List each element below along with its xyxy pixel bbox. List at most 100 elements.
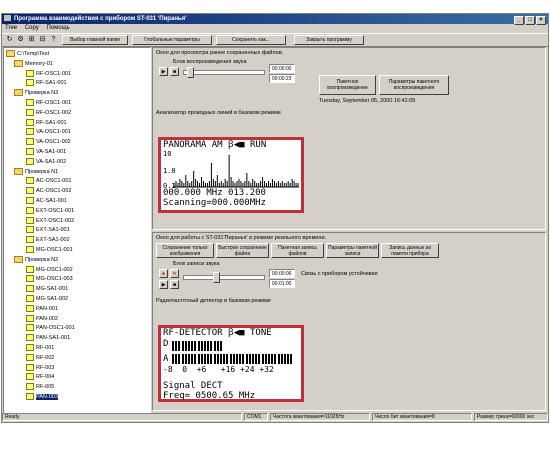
level-segment: [230, 341, 232, 351]
lcd-y-top: 10: [163, 150, 172, 158]
tree-file-item[interactable]: EXT-SA1-001: [26, 226, 70, 234]
file-icon: [26, 236, 34, 244]
tree-file-item[interactable]: RF-SA1-001: [26, 79, 67, 87]
tree-folder-item[interactable]: Memory-01: [14, 59, 53, 68]
tree-file-item[interactable]: RF-OSC1-001: [26, 69, 71, 78]
packet-playback-params-button[interactable]: Параметры пакетного воспроизведения: [379, 75, 449, 95]
level-segment: [268, 341, 270, 351]
level-segment: [239, 354, 242, 364]
level-segment: [191, 341, 194, 351]
save-as-button[interactable]: Сохранить как...: [216, 35, 286, 45]
tree-file-item[interactable]: EXT-OSC1-001: [26, 206, 74, 215]
level-segment: [172, 341, 174, 351]
tree-file-item[interactable]: PAN-OSC1-001: [26, 324, 75, 332]
save-image-button[interactable]: Сохранение только изображения: [156, 243, 214, 258]
tree-file-item[interactable]: RF-002: [26, 353, 54, 362]
menu-help[interactable]: Помощь: [46, 25, 69, 31]
tree-file-item[interactable]: RF-003: [26, 363, 54, 372]
file-icon: [26, 265, 34, 273]
tree-file-item[interactable]: VA-SA1-002: [26, 157, 66, 166]
tree-file-item[interactable]: RF-OSC1-001: [26, 99, 71, 107]
cancel-record-button[interactable]: ✕: [170, 269, 179, 278]
close-program-button[interactable]: Закрыть программу: [294, 35, 364, 45]
packet-record-button[interactable]: Пакетная запись файлов: [271, 243, 324, 258]
tree-file-item[interactable]: PAN-003: [26, 393, 58, 401]
read-memory-button[interactable]: Запись данных из памяти прибора: [381, 243, 439, 258]
folder-tree[interactable]: C:\Temp\Test Memory-01 RF-OSC1-001 RF-SA1-0…: [3, 47, 151, 414]
packet-record-params-button[interactable]: Параметры пакетной записи: [326, 243, 379, 258]
tree-root-item[interactable]: C:\Temp\Test: [6, 50, 49, 58]
level-segment: [194, 354, 197, 364]
gear-icon[interactable]: ⚙: [16, 36, 25, 44]
record-button[interactable]: ●: [159, 269, 168, 278]
level-segment: [178, 341, 181, 351]
tree-file-item[interactable]: RF-OSC1-002: [26, 108, 71, 117]
tree-file-item[interactable]: PAN-SA1-001: [26, 334, 70, 342]
play-button[interactable]: ▶: [159, 67, 168, 76]
tree-file-item[interactable]: MG-SA1-002: [26, 295, 68, 303]
level-segment: [245, 354, 248, 364]
tree-file-item[interactable]: EXT-SA1-002: [26, 236, 70, 244]
tree-file-item[interactable]: AC-SA1-001: [26, 197, 67, 205]
level-segment: [229, 354, 232, 364]
tree-file-item[interactable]: AC-OSC1-002: [26, 187, 71, 195]
menu-copy[interactable]: Copy: [25, 25, 39, 31]
level-segment: [213, 341, 216, 351]
tree-file-item[interactable]: RF-001: [26, 344, 54, 352]
status-port: COM1: [244, 413, 268, 421]
file-icon: [26, 108, 34, 116]
tree-item-label: RF-005: [36, 384, 55, 391]
tree-file-item[interactable]: MG-OSC1-001: [26, 246, 73, 254]
tree-file-item[interactable]: VA-OSC1-001: [26, 128, 71, 136]
tree-folder-item[interactable]: Проверка N1: [14, 167, 58, 176]
playback-slider-thumb[interactable]: [187, 67, 194, 78]
menu-tree[interactable]: Tree: [5, 25, 17, 31]
record-slider-thumb[interactable]: [213, 272, 220, 283]
stop-button[interactable]: ■: [170, 67, 179, 76]
tree-file-item[interactable]: MG-SA1-001: [26, 285, 68, 293]
tree-file-item[interactable]: RF-SA1-001: [26, 118, 67, 127]
level-segment: [284, 341, 286, 351]
level-segment: [172, 354, 174, 364]
tree-file-item[interactable]: MG-OSC1-003: [26, 275, 73, 283]
tree-file-item[interactable]: AC-OSC1-001: [26, 177, 71, 185]
tree-item-label: EXT-OSC1-002: [36, 217, 75, 224]
quick-save-button[interactable]: Быстрое сохранение файла: [216, 243, 269, 258]
tree-item-label: PAN-001: [36, 305, 58, 312]
tree-file-item[interactable]: PAN-002: [26, 314, 58, 323]
tree-remove-icon[interactable]: ⊟: [38, 36, 47, 44]
stop-record-button[interactable]: ■: [170, 280, 179, 289]
level-segment: [268, 354, 270, 364]
file-icon: [26, 226, 34, 234]
file-icon: [26, 216, 34, 224]
title-bar: Программа взаимодействия с прибором ST-0…: [2, 14, 548, 25]
record-time-total: 00:01:00: [269, 279, 295, 288]
level-segment: [175, 341, 178, 351]
tree-file-item[interactable]: RF-005: [26, 383, 54, 391]
play-record-button[interactable]: ▶: [159, 280, 168, 289]
tree-folder-item[interactable]: Проверка N3: [14, 89, 58, 97]
tree-item-label: PAN-SA1-001: [36, 335, 71, 342]
tree-file-item[interactable]: RF-004: [26, 373, 54, 381]
file-icon: [26, 206, 34, 214]
tree-file-item[interactable]: VA-SA1-001: [26, 148, 66, 156]
tree-file-item[interactable]: VA-OSC1-002: [26, 138, 71, 146]
level-segment: [252, 354, 254, 364]
refresh-icon[interactable]: ↻: [5, 36, 14, 44]
select-main-folder-button[interactable]: Выбор главной папки: [62, 35, 128, 45]
rf-freq: Freq= 0500.65 MHz: [163, 391, 256, 401]
window-title: Программа взаимодействия с прибором ST-0…: [14, 16, 187, 22]
level-segment: [248, 354, 251, 364]
tree-folder-item[interactable]: Проверка N2: [14, 255, 58, 264]
record-slider[interactable]: [183, 275, 265, 280]
help-icon[interactable]: ?: [49, 36, 58, 44]
global-params-button[interactable]: Глобальные параметры: [132, 35, 212, 45]
tree-file-item[interactable]: EXT-OSC1-002: [26, 216, 75, 225]
folder-icon: [14, 255, 23, 263]
tree-add-icon[interactable]: ⊞: [27, 36, 36, 44]
status-bar: Ready COM1 Частота квантования=11025Hz Ч…: [2, 412, 548, 422]
packet-playback-button[interactable]: Пакетное воспроизведение: [319, 75, 376, 95]
tree-file-item[interactable]: PAN-001: [26, 304, 58, 313]
playback-slider[interactable]: [183, 70, 265, 75]
tree-file-item[interactable]: MG-OSC1-002: [26, 265, 73, 274]
